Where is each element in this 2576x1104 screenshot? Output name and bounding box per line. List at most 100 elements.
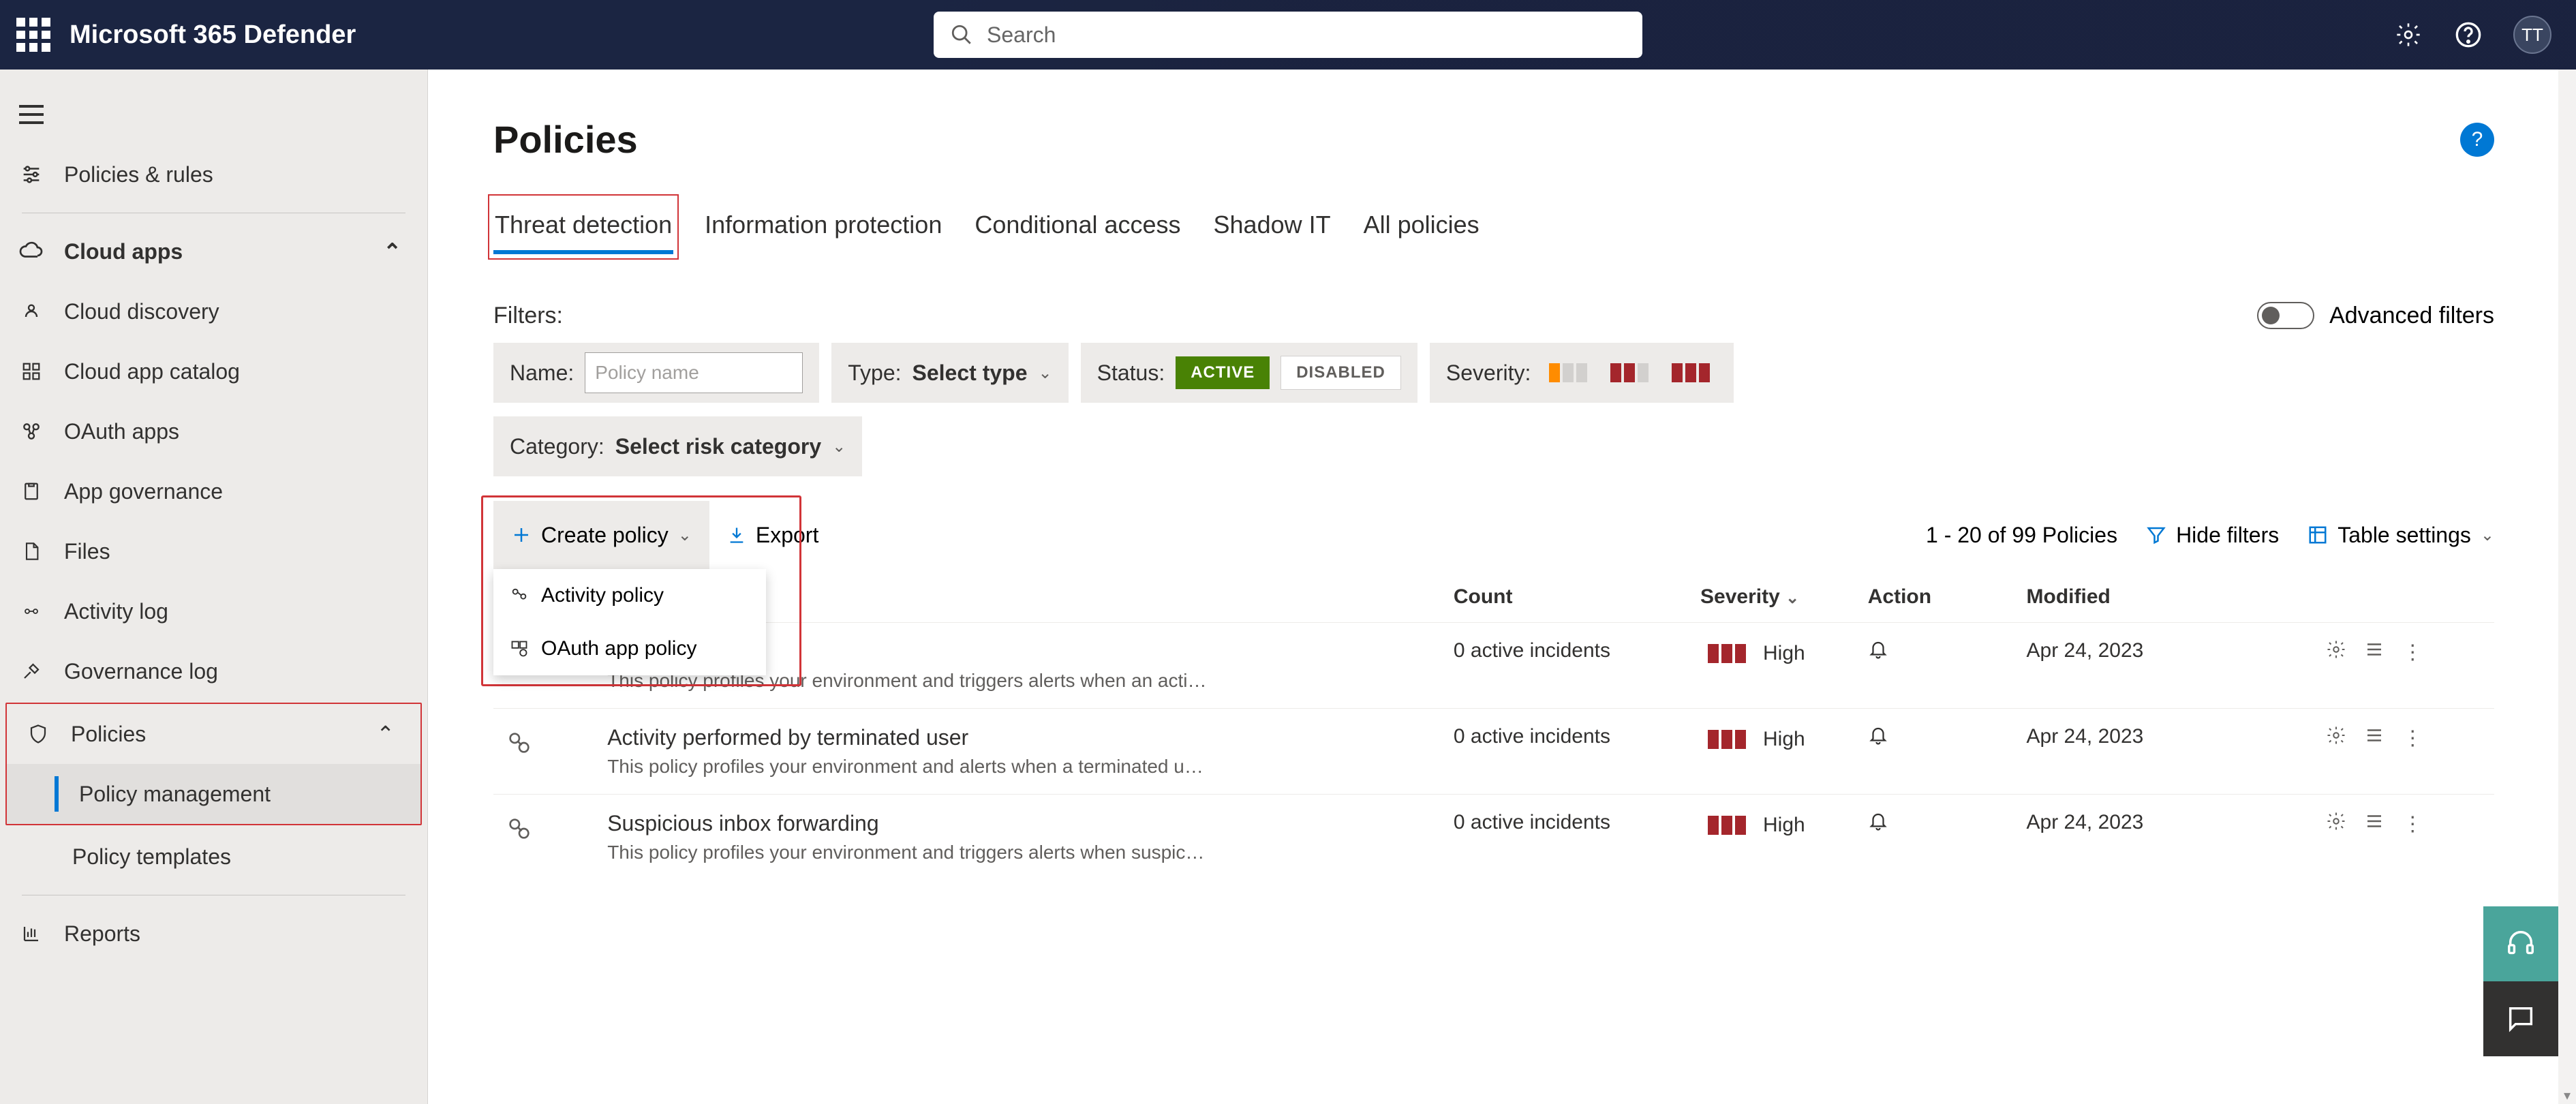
gavel-icon [19, 659, 44, 684]
chat-icon [2505, 1003, 2536, 1034]
settings-icon[interactable] [2393, 20, 2423, 50]
nav-label: OAuth apps [64, 419, 179, 444]
row-more-icon[interactable]: ⋮ [2402, 641, 2423, 664]
sliders-icon [19, 162, 44, 187]
filter-severity-label: Severity: [1446, 361, 1531, 386]
severity-medium-button[interactable] [1603, 358, 1656, 387]
policy-modified: Apr 24, 2023 [2019, 795, 2318, 880]
nav-label: Activity log [64, 599, 168, 624]
nav-label: Reports [64, 921, 140, 947]
nav-reports[interactable]: Reports [0, 904, 427, 964]
policy-name: Suspicious inbox forwarding [607, 811, 1437, 836]
filter-name-input[interactable] [585, 352, 803, 393]
row-list-icon[interactable] [2364, 725, 2385, 751]
app-launcher-icon[interactable] [16, 18, 50, 52]
policy-type-icon [502, 811, 537, 846]
filter-category[interactable]: Category: Select risk category ⌄ [493, 416, 862, 476]
advanced-filters-label: Advanced filters [2329, 303, 2494, 329]
filter-category-label: Category: [510, 434, 604, 459]
bell-icon [1868, 814, 1888, 836]
search-input[interactable] [987, 22, 1626, 48]
table-row[interactable]: Activity performed by terminated user Th… [493, 709, 2494, 795]
tab-conditional-access[interactable]: Conditional access [973, 200, 1182, 254]
status-active-button[interactable]: ACTIVE [1176, 356, 1270, 389]
activity-policy-icon [510, 586, 529, 605]
nav-cloud-discovery[interactable]: Cloud discovery [0, 281, 427, 341]
discovery-icon [19, 299, 44, 324]
bell-icon [1868, 642, 1888, 664]
nav-label: Policies [71, 722, 146, 747]
filter-type[interactable]: Type: Select type ⌄ [831, 343, 1068, 403]
user-avatar[interactable]: TT [2513, 16, 2551, 54]
tab-information-protection[interactable]: Information protection [703, 200, 943, 254]
headset-fab[interactable] [2483, 906, 2558, 981]
row-more-icon[interactable]: ⋮ [2402, 812, 2423, 836]
row-list-icon[interactable] [2364, 811, 2385, 837]
row-more-icon[interactable]: ⋮ [2402, 726, 2423, 750]
severity-low-button[interactable] [1542, 358, 1595, 387]
nav-oauth-apps[interactable]: OAuth apps [0, 401, 427, 461]
file-icon [19, 539, 44, 564]
nav-label: Policy management [79, 782, 271, 807]
nav-policy-management[interactable]: Policy management [7, 764, 420, 824]
page-help-button[interactable]: ? [2460, 123, 2494, 157]
advanced-filters-toggle[interactable] [2257, 302, 2314, 329]
tab-all-policies[interactable]: All policies [1362, 200, 1481, 254]
dropdown-oauth-app-policy[interactable]: OAuth app policy [493, 622, 766, 675]
policy-desc: This policy profiles your environment an… [607, 842, 1207, 863]
row-list-icon[interactable] [2364, 639, 2385, 665]
row-settings-icon[interactable] [2326, 639, 2346, 665]
nav-files[interactable]: Files [0, 521, 427, 581]
severity-text: High [1763, 728, 1805, 751]
oauth-policy-icon [510, 639, 529, 658]
chevron-up-icon: ⌃ [376, 721, 395, 747]
shield-icon [26, 722, 50, 746]
col-severity[interactable]: Severity ⌄ [1692, 572, 1860, 623]
nav-label: Cloud app catalog [64, 359, 240, 384]
hide-filters-button[interactable]: Hide filters [2146, 523, 2279, 548]
row-settings-icon[interactable] [2326, 811, 2346, 837]
col-action[interactable]: Action [1860, 572, 2019, 623]
global-search[interactable] [934, 12, 1642, 58]
grid-icon [19, 359, 44, 384]
oauth-icon [19, 419, 44, 444]
vertical-scrollbar[interactable]: ▾ [2558, 70, 2576, 1104]
nav-policies-rules[interactable]: Policies & rules [0, 144, 427, 204]
table-row[interactable]: Suspicious inbox forwarding This policy … [493, 795, 2494, 880]
table-settings-label: Table settings [2337, 523, 2471, 548]
severity-high-button[interactable] [1664, 358, 1717, 387]
col-modified[interactable]: Modified [2019, 572, 2318, 623]
bell-icon [1868, 728, 1888, 750]
nav-label: Governance log [64, 659, 218, 684]
tab-list: Threat detection Information protection … [493, 200, 2494, 254]
nav-cloud-apps[interactable]: Cloud apps ⌃ [0, 221, 427, 281]
table-settings-icon [2307, 525, 2328, 545]
nav-governance-log[interactable]: Governance log [0, 641, 427, 701]
feedback-fab[interactable] [2483, 981, 2558, 1056]
severity-high-icon [1700, 725, 1753, 754]
row-settings-icon[interactable] [2326, 725, 2346, 751]
main-content: Policies ? Threat detection Information … [428, 70, 2576, 1104]
nav-policy-templates[interactable]: Policy templates [0, 827, 427, 887]
dropdown-activity-policy[interactable]: Activity policy [493, 569, 766, 622]
col-count[interactable]: Count [1445, 572, 1692, 623]
severity-high-icon [1700, 811, 1753, 840]
top-bar: Microsoft 365 Defender TT [0, 0, 2576, 70]
nav-hamburger[interactable] [0, 85, 427, 144]
policy-type-icon [502, 725, 537, 761]
page-title: Policies [493, 117, 638, 162]
status-disabled-button[interactable]: DISABLED [1281, 356, 1401, 390]
nav-app-governance[interactable]: App governance [0, 461, 427, 521]
policy-name: Activity performed by terminated user [607, 725, 1437, 750]
policy-modified: Apr 24, 2023 [2019, 623, 2318, 709]
table-settings-button[interactable]: Table settings ⌄ [2307, 523, 2494, 548]
dropdown-item-label: OAuth app policy [541, 637, 696, 660]
reports-icon [19, 921, 44, 946]
tab-threat-detection[interactable]: Threat detection [493, 200, 673, 254]
left-nav: Policies & rules Cloud apps ⌃ Cloud disc… [0, 70, 428, 1104]
nav-activity-log[interactable]: Activity log [0, 581, 427, 641]
nav-policies[interactable]: Policies ⌃ [7, 704, 420, 764]
tab-shadow-it[interactable]: Shadow IT [1212, 200, 1332, 254]
nav-cloud-app-catalog[interactable]: Cloud app catalog [0, 341, 427, 401]
help-icon[interactable] [2453, 20, 2483, 50]
